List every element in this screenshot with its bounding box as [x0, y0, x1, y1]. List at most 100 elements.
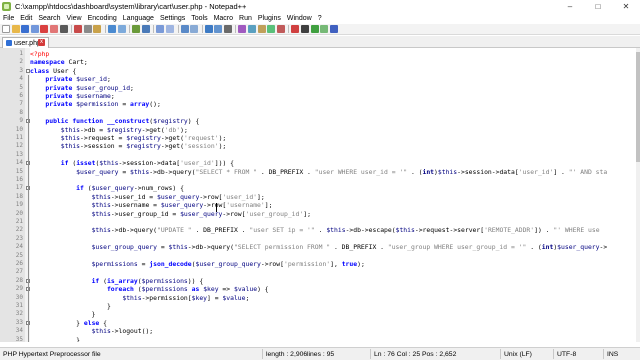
code-token: $this	[91, 201, 111, 210]
code-token: $key	[203, 285, 219, 294]
code-line[interactable]: <?php	[30, 50, 49, 58]
code-line[interactable]: if ($user_query->num_rows) {	[30, 184, 184, 192]
redo-icon[interactable]	[117, 25, 126, 33]
code-line[interactable]: private $user_group_id;	[30, 84, 134, 92]
status-eol: Unix (LF)	[504, 351, 532, 358]
menu-view[interactable]: View	[64, 15, 85, 22]
zoom-in-icon[interactable]	[156, 25, 165, 33]
paste-icon[interactable]	[93, 25, 102, 33]
menu-language[interactable]: Language	[120, 15, 157, 22]
print-icon[interactable]	[59, 25, 68, 33]
status-lines: lines : 95	[307, 351, 335, 358]
code-token: ->session->data[	[457, 167, 519, 176]
menu-run[interactable]: Run	[236, 15, 255, 22]
document-monitor-icon[interactable]	[276, 25, 285, 33]
replace-icon[interactable]	[141, 25, 150, 33]
code-token: ) {	[257, 285, 269, 294]
code-token: $value	[222, 293, 246, 302]
menu-encoding[interactable]: Encoding	[85, 15, 120, 22]
code-token: (	[99, 276, 107, 285]
code-line[interactable]: }	[30, 336, 80, 342]
menu-help[interactable]: ?	[315, 15, 325, 22]
code-line[interactable]: $this->request = $registry->get('request…	[30, 134, 227, 142]
toolbar	[0, 24, 640, 35]
menu-settings[interactable]: Settings	[157, 15, 188, 22]
close-all-icon[interactable]	[49, 25, 58, 33]
cut-icon[interactable]	[74, 25, 83, 33]
code-area[interactable]: <?php namespace Cart; class User { private…	[30, 48, 636, 342]
code-line[interactable]: }	[30, 302, 111, 310]
mouse-ibeam-cursor	[216, 203, 221, 212]
menu-plugins[interactable]: Plugins	[255, 15, 284, 22]
code-token: .	[314, 226, 327, 235]
save-all-icon[interactable]	[30, 25, 39, 33]
menu-file[interactable]: File	[0, 15, 17, 22]
code-line[interactable]: namespace Cart;	[30, 58, 88, 66]
open-file-icon[interactable]	[11, 25, 20, 33]
code-line[interactable]: class User {	[30, 67, 76, 75]
code-token: $this	[99, 159, 119, 168]
record-macro-icon[interactable]	[291, 25, 300, 33]
code-line[interactable]: $this->permission[$key] = $value;	[30, 294, 249, 302]
code-token: =	[118, 100, 131, 109]
code-line[interactable]: $this->logout();	[30, 327, 154, 335]
folder-as-workspace-icon[interactable]	[267, 25, 276, 33]
find-icon[interactable]	[132, 25, 141, 33]
code-line[interactable]: $permissions = json_decode($user_group_q…	[30, 260, 365, 268]
line-number: 16	[15, 176, 23, 183]
code-line[interactable]: $this->user_group_id = $user_query->row[…	[30, 210, 311, 218]
tab-close-icon[interactable]: x	[38, 39, 45, 46]
code-line[interactable]: if (is_array($permissions)) {	[30, 276, 204, 285]
code-line[interactable]: if (isset($this->session->data['user_id'…	[30, 159, 234, 167]
maximize-button[interactable]: □	[584, 0, 612, 13]
code-line[interactable]: }	[30, 310, 96, 318]
line-number: 28	[15, 276, 23, 284]
user-defined-language-icon[interactable]	[238, 25, 247, 33]
code-line[interactable]: $this->username = $user_query->row['user…	[30, 201, 273, 210]
tab-user-php[interactable]: user.php x	[2, 37, 49, 48]
copy-icon[interactable]	[83, 25, 92, 33]
new-file-icon[interactable]	[2, 25, 10, 33]
close-file-icon[interactable]	[40, 25, 49, 33]
code-line[interactable]: foreach ($permissions as $key => $value)…	[30, 285, 269, 293]
show-all-characters-icon[interactable]	[214, 25, 223, 33]
function-list-icon[interactable]	[257, 25, 266, 33]
code-line[interactable]: $this->db = $registry->get('db');	[30, 126, 188, 134]
indent-guide-icon[interactable]	[223, 25, 232, 33]
code-line[interactable]: public function __construct($registry) {	[30, 117, 199, 125]
code-token: $user_id	[72, 75, 107, 84]
sync-vertical-icon[interactable]	[180, 25, 189, 33]
code-line[interactable]: $this->user_id = $user_query->row['user_…	[30, 193, 265, 201]
sync-horizontal-icon[interactable]	[190, 25, 199, 33]
code-line[interactable]: $this->session = $registry->get('session…	[30, 142, 227, 151]
play-macro-icon[interactable]	[310, 25, 319, 33]
menu-edit[interactable]: Edit	[17, 15, 35, 22]
zoom-out-icon[interactable]	[165, 25, 174, 33]
code-line[interactable]: $user_query = $this->db->query("SELECT *…	[30, 168, 607, 176]
vertical-scrollbar[interactable]	[636, 48, 640, 342]
code-editor[interactable]: 1 2 3 4 5 6 7 8 9 10 11 12 13 14 15 16 17 18 19 20 21 22 23 24 2…	[0, 48, 640, 342]
code-token: "' WHERE use	[553, 226, 600, 235]
undo-icon[interactable]	[107, 25, 116, 33]
run-macro-multiple-icon[interactable]	[320, 25, 329, 33]
minimize-button[interactable]: –	[556, 0, 584, 13]
code-line[interactable]: private $user_id;	[30, 75, 110, 84]
code-line[interactable]: } else {	[30, 319, 107, 327]
menu-tools[interactable]: Tools	[188, 15, 210, 22]
scrollbar-thumb[interactable]	[636, 52, 640, 162]
word-wrap-icon[interactable]	[204, 25, 213, 33]
stop-recording-icon[interactable]	[301, 25, 310, 33]
menu-window[interactable]: Window	[284, 15, 315, 22]
save-icon[interactable]	[21, 25, 30, 33]
close-button[interactable]: ✕	[612, 0, 640, 13]
code-line[interactable]: private $permission = array();	[30, 100, 160, 109]
code-line[interactable]: private $username;	[30, 92, 114, 100]
save-macro-icon[interactable]	[329, 25, 338, 33]
fold-toggle-icon[interactable]	[26, 68, 30, 73]
code-line[interactable]: $this->db->query("UPDATE " . DB_PREFIX .…	[30, 226, 600, 234]
code-line[interactable]: $user_group_query = $this->db->query("SE…	[30, 243, 608, 251]
document-map-icon[interactable]	[248, 25, 257, 33]
menu-search[interactable]: Search	[35, 15, 63, 22]
code-token: ->get(	[160, 142, 184, 151]
menu-macro[interactable]: Macro	[211, 15, 236, 22]
